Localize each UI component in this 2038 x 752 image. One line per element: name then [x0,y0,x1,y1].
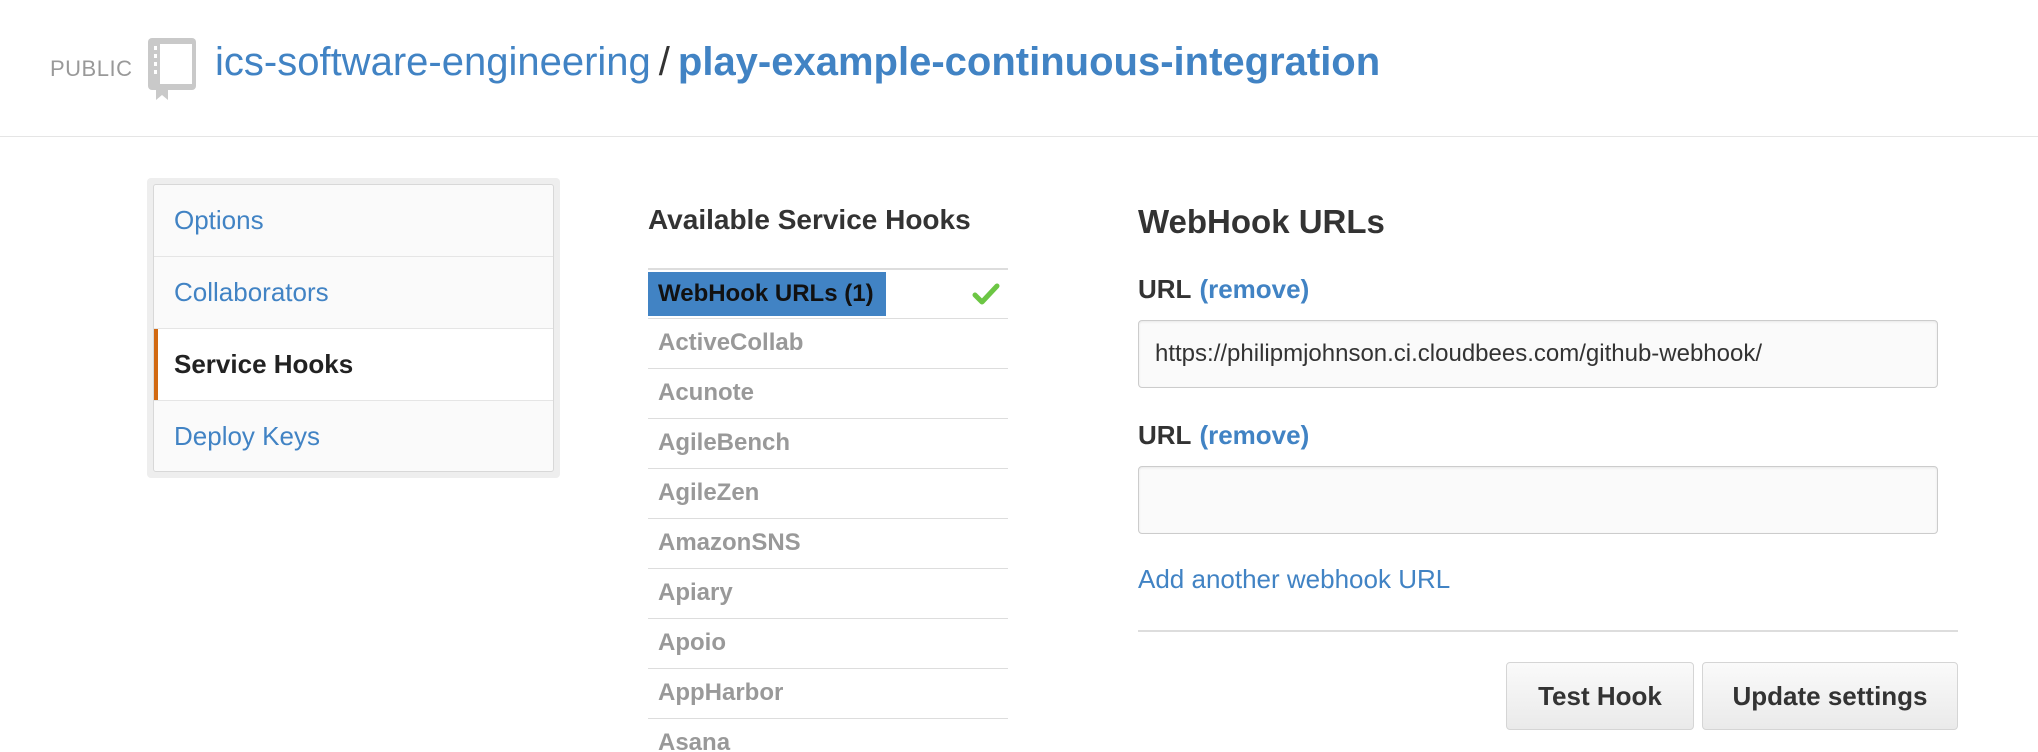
settings-menu-container: Options Collaborators Service Hooks Depl… [147,178,560,478]
hook-item-activecollab[interactable]: ActiveCollab [648,318,1008,368]
webhook-url-input-empty[interactable] [1138,466,1938,534]
menu-item-service-hooks[interactable]: Service Hooks [154,329,553,401]
repo-breadcrumb: ics-software-engineering / play-example-co… [215,40,1380,85]
breadcrumb-separator: / [658,40,670,84]
hook-item-asana[interactable]: Asana [648,718,1008,752]
url-label-2: URL (remove) [1138,420,1309,451]
menu-item-deploy-keys[interactable]: Deploy Keys [154,401,553,471]
hooks-list: WebHook URLs (1) ActiveCollab Acunote Ag… [648,268,1008,752]
divider [1138,630,1958,632]
test-hook-button[interactable]: Test Hook [1506,662,1694,730]
hook-item-apoio[interactable]: Apoio [648,618,1008,668]
check-icon [972,283,1000,305]
hook-item-agilezen[interactable]: AgileZen [648,468,1008,518]
update-settings-button[interactable]: Update settings [1702,662,1958,730]
hook-item-acunote[interactable]: Acunote [648,368,1008,418]
panel-title: WebHook URLs [1138,203,1385,240]
add-webhook-url-link[interactable]: Add another webhook URL [1138,564,1450,595]
menu-item-collaborators[interactable]: Collaborators [154,257,553,329]
webhook-url-input[interactable] [1138,320,1938,388]
hook-item-apiary[interactable]: Apiary [648,568,1008,618]
url-label-1: URL (remove) [1138,274,1309,305]
remove-url-link[interactable]: (remove) [1199,420,1309,450]
repo-name-link[interactable]: play-example-continuous-integration [678,40,1380,84]
hooks-list-title: Available Service Hooks [648,204,971,235]
hook-item-label: WebHook URLs (1) [648,272,886,316]
visibility-label: PUBLIC [50,56,133,81]
hook-item-amazonsns[interactable]: AmazonSNS [648,518,1008,568]
settings-menu: Options Collaborators Service Hooks Depl… [153,184,554,472]
repo-owner-link[interactable]: ics-software-engineering [215,40,651,84]
url-label-text: URL [1138,274,1192,304]
remove-url-link[interactable]: (remove) [1199,274,1309,304]
menu-item-options[interactable]: Options [154,185,553,257]
hook-item-agilebench[interactable]: AgileBench [648,418,1008,468]
hook-item-appharbor[interactable]: AppHarbor [648,668,1008,718]
hook-item-webhook-urls[interactable]: WebHook URLs (1) [648,268,1008,318]
repo-header: PUBLIC ics-software-engineering / play-exa… [0,0,2038,137]
url-label-text: URL [1138,420,1192,450]
repo-book-icon [148,38,196,100]
